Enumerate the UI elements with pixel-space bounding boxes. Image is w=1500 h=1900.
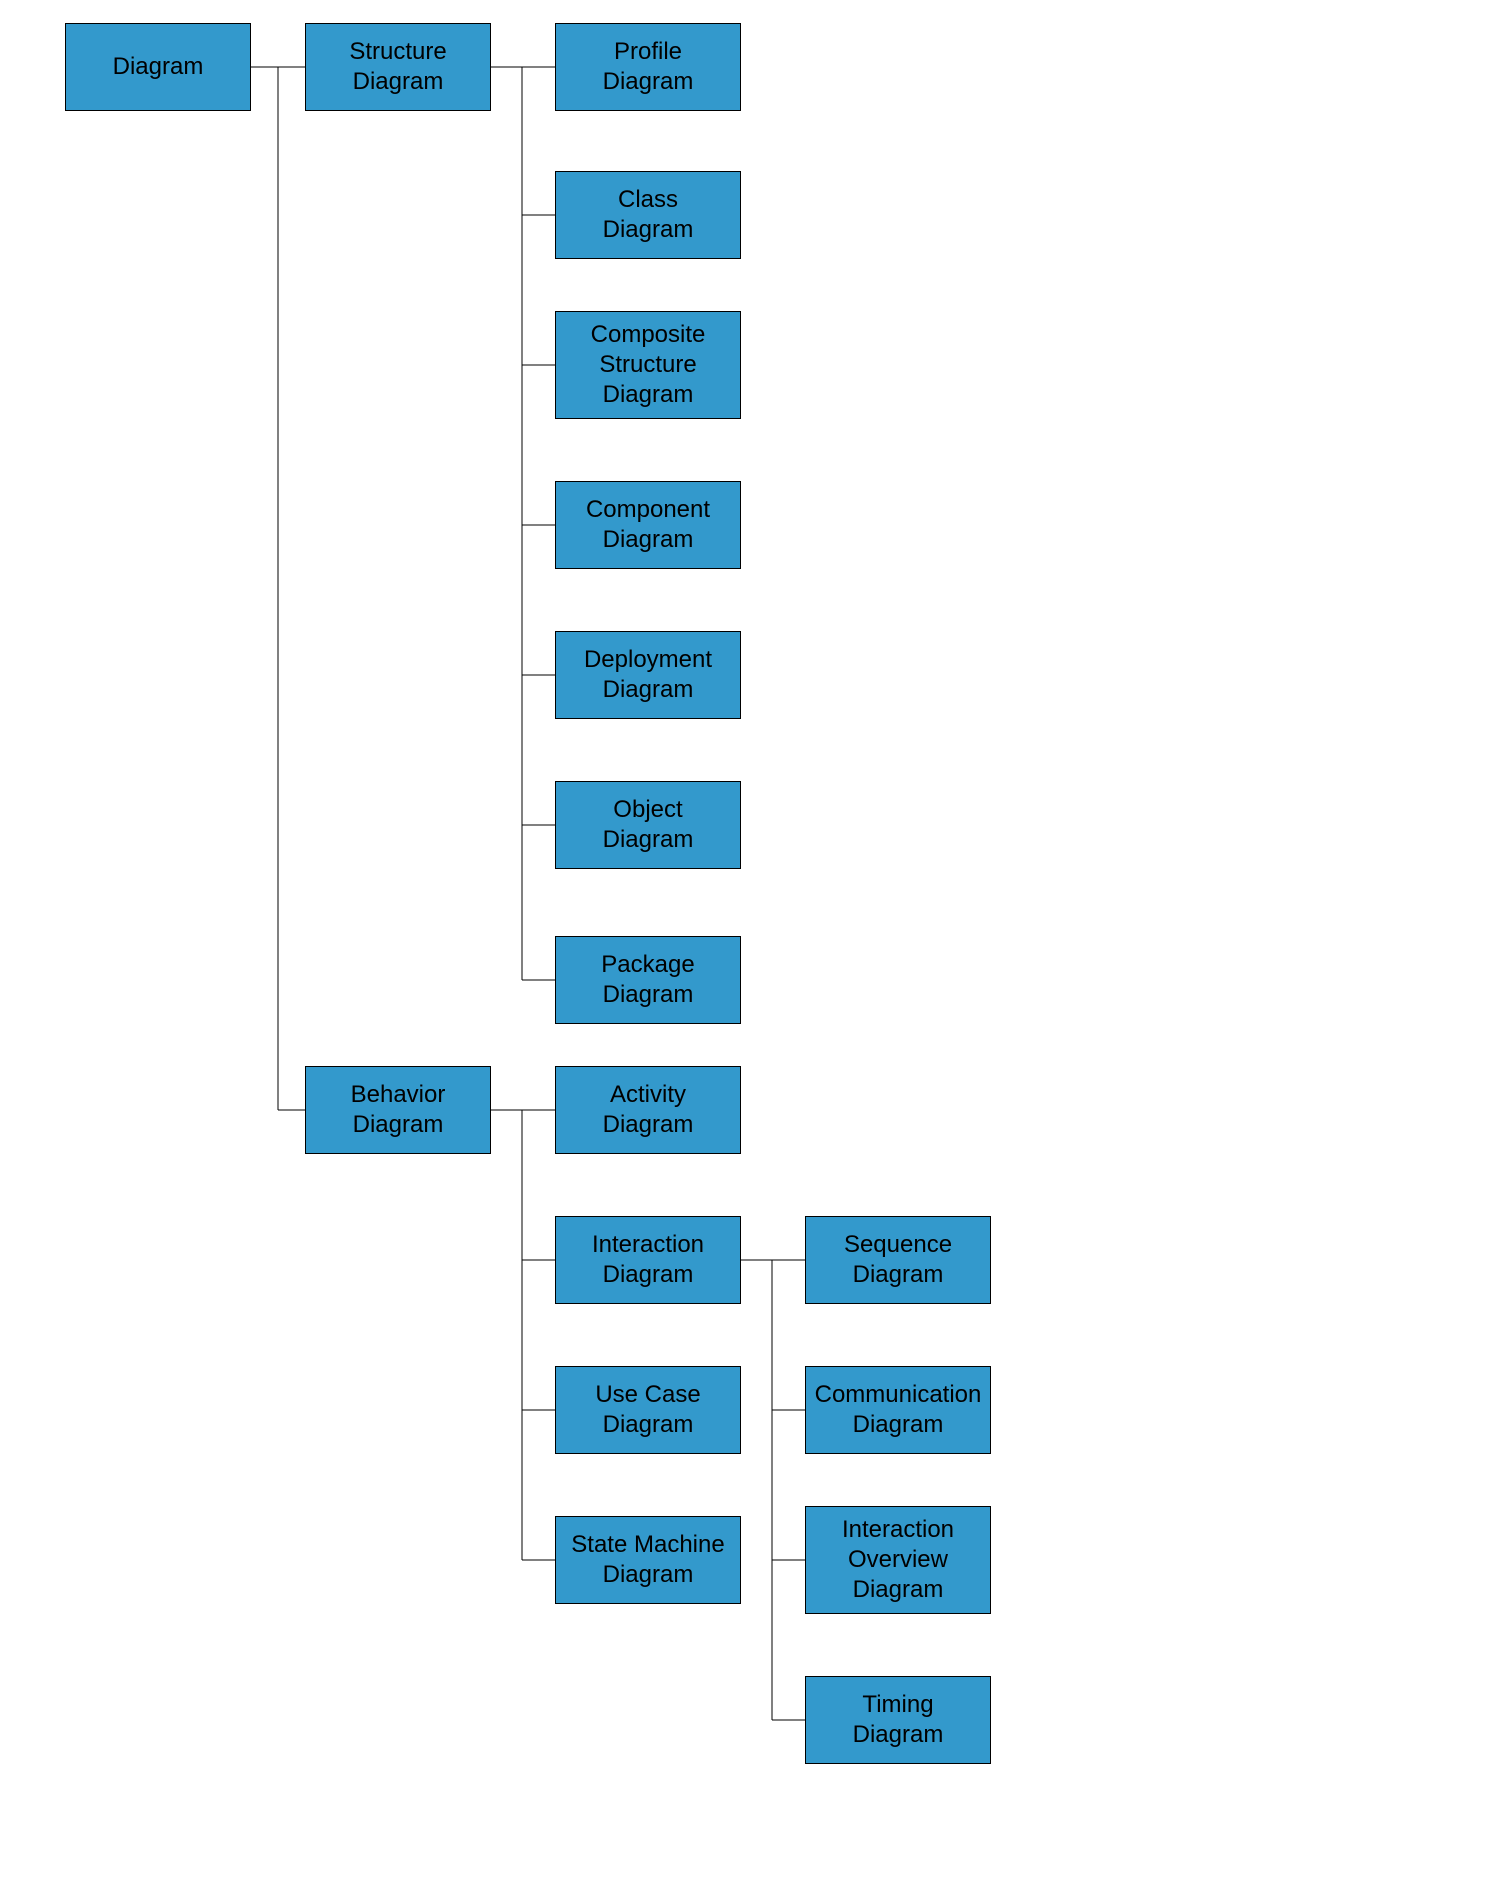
node-timing-diagram: Timing Diagram (805, 1676, 991, 1764)
node-label: Timing (862, 1691, 933, 1718)
node-component-diagram: Component Diagram (555, 481, 741, 569)
node-label: Behavior (351, 1081, 446, 1108)
node-deployment-diagram: Deployment Diagram (555, 631, 741, 719)
node-label: Use Case (595, 1381, 700, 1408)
node-label: Diagram (853, 1261, 944, 1288)
node-label: Interaction (842, 1516, 954, 1543)
node-label: Structure (599, 351, 696, 378)
node-label: Component (586, 496, 710, 523)
node-label: Composite (591, 321, 706, 348)
node-use-case-diagram: Use Case Diagram (555, 1366, 741, 1454)
node-label: Package (601, 951, 694, 978)
node-label: Diagram (603, 1111, 694, 1138)
node-label: Structure (349, 38, 446, 65)
node-behavior-diagram: Behavior Diagram (305, 1066, 491, 1154)
node-class-diagram: Class Diagram (555, 171, 741, 259)
node-label: Diagram (853, 1576, 944, 1603)
node-object-diagram: Object Diagram (555, 781, 741, 869)
node-label: Communication (815, 1381, 982, 1408)
node-label: Sequence (844, 1231, 952, 1258)
node-diagram: Diagram (65, 23, 251, 111)
node-label: Object (613, 796, 682, 823)
node-label: Diagram (603, 1261, 694, 1288)
connector-lines (0, 0, 1500, 1900)
diagram-canvas: Diagram Structure Diagram Profile Diagra… (0, 0, 1500, 1900)
node-label: Diagram (353, 68, 444, 95)
node-label: Diagram (603, 1411, 694, 1438)
node-package-diagram: Package Diagram (555, 936, 741, 1024)
node-label: Overview (848, 1546, 948, 1573)
node-label: Deployment (584, 646, 712, 673)
node-label: Diagram (853, 1721, 944, 1748)
node-label: Diagram (113, 52, 204, 82)
node-label: Diagram (353, 1111, 444, 1138)
node-label: Diagram (603, 381, 694, 408)
node-activity-diagram: Activity Diagram (555, 1066, 741, 1154)
node-label: Class (618, 186, 678, 213)
node-label: Interaction (592, 1231, 704, 1258)
node-label: Diagram (603, 676, 694, 703)
node-label: Diagram (603, 216, 694, 243)
node-interaction-overview-diagram: Interaction Overview Diagram (805, 1506, 991, 1614)
node-communication-diagram: Communication Diagram (805, 1366, 991, 1454)
node-structure-diagram: Structure Diagram (305, 23, 491, 111)
node-composite-structure-diagram: Composite Structure Diagram (555, 311, 741, 419)
node-label: Diagram (603, 981, 694, 1008)
node-label: Profile (614, 38, 682, 65)
node-label: Diagram (603, 68, 694, 95)
node-label: Diagram (853, 1411, 944, 1438)
node-label: Diagram (603, 1561, 694, 1588)
node-label: State Machine (571, 1531, 724, 1558)
node-label: Diagram (603, 526, 694, 553)
node-label: Diagram (603, 826, 694, 853)
node-sequence-diagram: Sequence Diagram (805, 1216, 991, 1304)
node-interaction-diagram: Interaction Diagram (555, 1216, 741, 1304)
node-label: Activity (610, 1081, 686, 1108)
node-profile-diagram: Profile Diagram (555, 23, 741, 111)
node-state-machine-diagram: State Machine Diagram (555, 1516, 741, 1604)
